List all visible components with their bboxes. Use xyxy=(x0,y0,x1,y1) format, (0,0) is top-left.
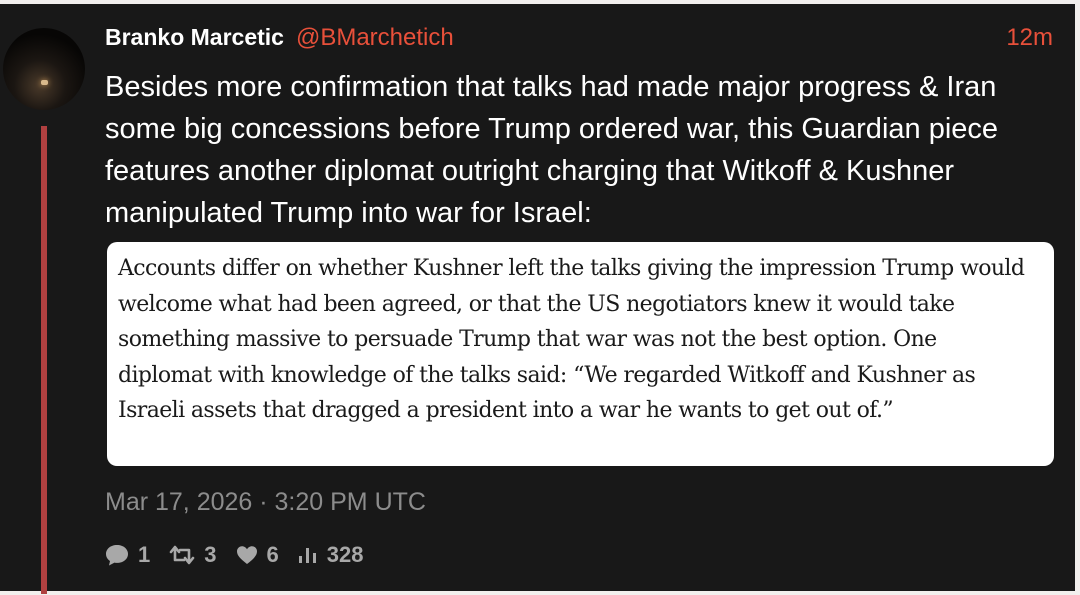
repost-count: 3 xyxy=(204,542,217,567)
author-handle[interactable]: @BMarchetich xyxy=(296,24,454,52)
post-text: Besides more confirmation that talks had… xyxy=(105,71,999,229)
comment-bubble-icon xyxy=(106,545,128,566)
repost-icon xyxy=(169,545,195,565)
avatar-image-detail xyxy=(41,80,48,85)
like-count: 6 xyxy=(266,542,279,567)
repost-button[interactable]: 3 xyxy=(168,542,217,568)
quoted-excerpt-text: Accounts differ on whether Kushner left … xyxy=(118,256,1025,423)
post-timestamp[interactable]: Mar 17, 2026 · 3:20 PM UTC xyxy=(105,488,426,517)
avatar[interactable] xyxy=(3,28,85,110)
view-count: 328 xyxy=(326,542,364,567)
reply-count: 1 xyxy=(138,542,151,567)
reply-button[interactable]: 1 xyxy=(104,542,150,568)
relative-time[interactable]: 12m xyxy=(1006,24,1053,52)
author-name[interactable]: Branko Marcetic xyxy=(105,24,284,51)
heart-icon xyxy=(236,546,257,564)
views-button[interactable]: 328 xyxy=(297,542,364,568)
post-header: Branko Marcetic @BMarchetich 12m xyxy=(105,24,1053,54)
bar-chart-icon xyxy=(298,548,316,563)
engagement-bar: 1 3 6 328 xyxy=(104,540,381,570)
quoted-excerpt-image[interactable]: Accounts differ on whether Kushner left … xyxy=(107,242,1054,466)
like-button[interactable]: 6 xyxy=(235,542,279,568)
thread-line xyxy=(41,126,47,594)
post-card: Branko Marcetic @BMarchetich 12m Besides… xyxy=(0,4,1075,594)
